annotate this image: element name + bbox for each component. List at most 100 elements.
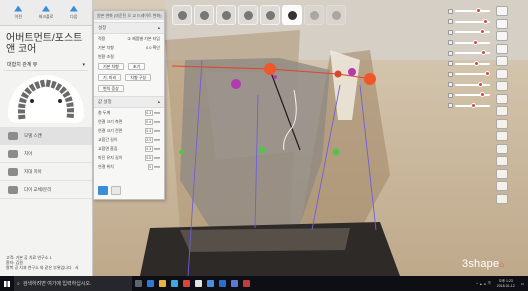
sculpt-button[interactable] [238,5,258,25]
param-value-field[interactable]: 0.5 [145,155,154,161]
slider-knob[interactable] [481,50,487,55]
guide-point-green[interactable] [332,148,340,156]
start-button[interactable] [0,276,14,291]
param-value-field[interactable]: 0.4 [145,128,154,134]
control-point-orange[interactable] [264,63,276,75]
control-point-orange[interactable] [364,73,376,85]
visibility-slider[interactable] [448,69,490,79]
apply-icon[interactable] [98,186,108,195]
param-value-field[interactable]: 0.4 [145,119,154,125]
zoom-out-icon[interactable] [496,93,508,104]
chevron-up-icon[interactable]: ^ [476,282,478,286]
preset-row[interactable]: 적용 ① 제품별 기본 타입 [94,34,164,43]
guide-point-green[interactable] [179,149,185,155]
view-button[interactable] [172,5,192,25]
taskbar-app[interactable] [192,276,204,291]
visibility-slider[interactable] [448,59,490,69]
control-point-magenta[interactable] [348,68,356,76]
arch-button[interactable] [282,5,302,25]
slider-track[interactable] [455,81,490,87]
settings-section-header[interactable]: 설정 ▴ [94,22,164,34]
next-step-button[interactable]: 다음 [69,5,78,20]
slider-knob[interactable] [479,29,485,34]
slider-track[interactable] [455,102,490,108]
slider-knob[interactable] [476,8,481,13]
visibility-slider[interactable] [448,101,490,111]
taskbar-app[interactable] [168,276,180,291]
volume-icon[interactable]: ◂ [484,282,486,286]
list-item-model-scan[interactable]: 모델 스캔 [0,127,92,145]
back-view-icon[interactable] [496,18,508,29]
screenshot-icon[interactable] [496,118,508,129]
visibility-slider[interactable] [448,48,490,58]
front-view-icon[interactable] [496,6,508,16]
slider-track[interactable] [455,71,490,76]
left-view-icon[interactable] [496,43,508,54]
visibility-slider[interactable] [448,38,490,48]
default-shape-button[interactable]: 기본 치형 [98,63,124,70]
taskbar-app[interactable] [240,276,252,291]
slider-track[interactable] [455,18,490,24]
grid-button[interactable] [304,5,324,25]
prev-step-button[interactable]: 이전 [14,5,23,20]
list-item-die[interactable]: 다이 교체/분리 [0,181,92,199]
slider-knob[interactable] [477,81,483,87]
visibility-slider[interactable] [448,80,490,90]
undo-icon[interactable] [111,186,121,195]
slider-track[interactable] [455,92,490,97]
view-selector[interactable]: 대합치 관계 뷰 ▾ [4,59,88,71]
list-item-abutment[interactable]: 지대 치아 [0,163,92,181]
taskbar-app[interactable] [156,276,168,291]
preview-button[interactable]: 기, 미리 [98,74,122,81]
rotate-button[interactable] [194,5,214,25]
slider-track[interactable] [455,60,490,66]
taskbar-app[interactable] [228,276,240,291]
visibility-slider[interactable] [448,27,490,37]
bottom-view-icon[interactable] [496,68,508,79]
guide-point-green[interactable] [258,146,266,154]
task-view-button[interactable] [132,276,144,291]
section-icon[interactable] [496,143,508,154]
slider-knob[interactable] [480,92,486,97]
settings-icon[interactable] [496,156,508,166]
params-section-header[interactable]: 값 설정 ▴ [94,96,164,108]
slider-track[interactable] [455,39,490,45]
slider-track[interactable] [455,8,490,13]
slider-knob[interactable] [484,71,490,76]
workflow-button[interactable]: 워크플로 [39,5,53,20]
measure-icon[interactable] [496,131,508,141]
notification-icon[interactable]: ▭ [521,282,524,286]
taskbar-app[interactable] [204,276,216,291]
taskbar-search[interactable]: ⌕ 검색하려면 여기에 입력하십시오. [14,276,132,291]
param-value-field[interactable]: 2.0 [145,137,154,143]
slider-knob[interactable] [470,102,476,108]
tooth-arch-selector[interactable] [8,75,84,123]
guide-point-magenta[interactable] [273,75,277,79]
model-button[interactable]: 변치 증상 [98,85,124,92]
help-icon[interactable] [496,168,508,179]
shape-config-button[interactable]: 치형 구성 [125,74,152,81]
slider-track[interactable] [455,29,490,34]
network-icon[interactable]: ▴ [480,282,482,286]
right-view-icon[interactable] [496,56,508,66]
slider-knob[interactable] [474,60,480,66]
taskbar-app[interactable] [144,276,156,291]
reset-button[interactable]: 초기 [127,63,146,70]
slider-track[interactable] [455,50,490,55]
control-point-magenta[interactable] [231,79,241,89]
clock[interactable]: 오후 1:23 2018-01-12 [493,279,519,288]
tooth-button[interactable] [216,5,236,25]
info-icon[interactable] [496,181,508,191]
fit-view-icon[interactable] [496,106,508,116]
param-value-field[interactable]: 0.3 [145,110,154,116]
visibility-slider[interactable] [448,90,490,100]
control-point-red[interactable] [334,70,342,78]
taskbar-app[interactable] [216,276,228,291]
tooth-select-button[interactable] [260,5,280,25]
param-value-field[interactable]: 0 [148,164,154,170]
taskbar-app[interactable] [180,276,192,291]
expand-icon[interactable] [496,193,508,204]
ime-indicator[interactable]: 가 [488,281,491,286]
param-value-field[interactable]: 0.3 [145,146,154,152]
top-view-icon[interactable] [496,31,508,41]
